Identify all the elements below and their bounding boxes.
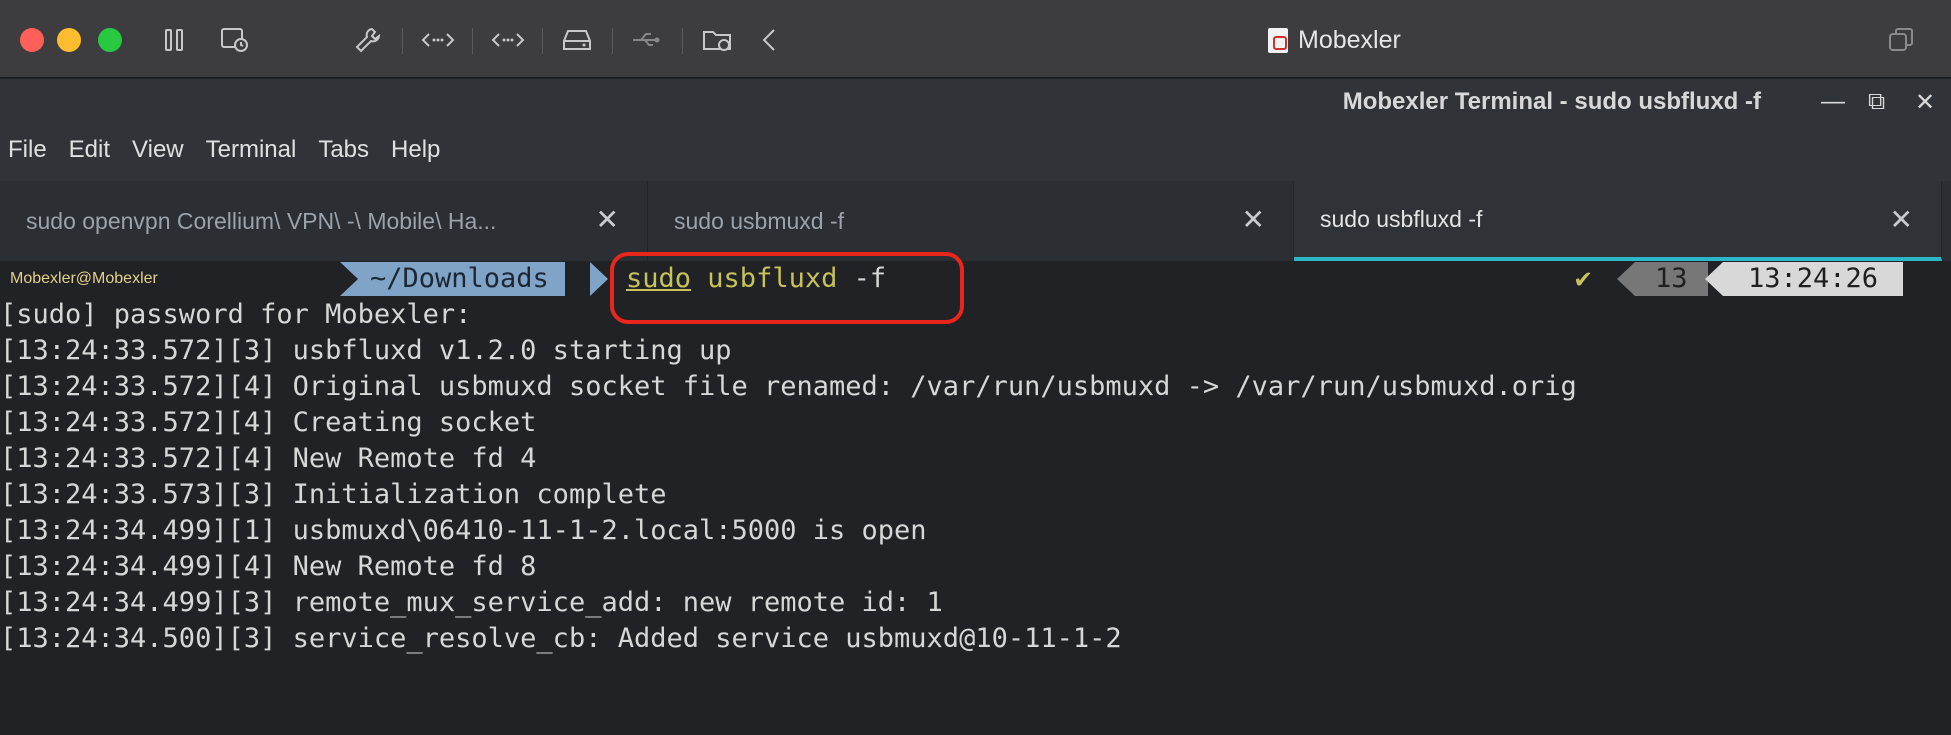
app-document-icon xyxy=(1268,27,1288,53)
output-line: [13:24:34.499][1] usbmuxd\06410-11-1-2.l… xyxy=(0,515,927,546)
tab-label: sudo usbmuxd -f xyxy=(674,207,845,234)
tab-label: sudo openvpn Corellium\ VPN\ -\ Mobile\ … xyxy=(26,207,497,234)
hard-disk-icon[interactable] xyxy=(558,22,596,58)
window-copy-icon[interactable] xyxy=(1884,22,1918,58)
toolbar-separator xyxy=(472,28,473,54)
snapshot-icon[interactable] xyxy=(218,22,252,58)
toolbar-separator xyxy=(402,28,403,54)
mac-window-title: Mobexler xyxy=(1268,22,1401,58)
menu-help[interactable]: Help xyxy=(383,132,448,168)
pause-icon[interactable] xyxy=(160,22,190,58)
menu-terminal[interactable]: Terminal xyxy=(198,132,305,168)
output-line: [13:24:33.573][3] Initialization complet… xyxy=(0,479,667,510)
menu-edit[interactable]: Edit xyxy=(61,132,118,168)
menu-view[interactable]: View xyxy=(124,132,192,168)
terminal-window-title: Mobexler Terminal - sudo usbfluxd -f xyxy=(1342,88,1761,115)
minimize-icon[interactable]: — xyxy=(1821,88,1845,116)
output-line: [13:24:33.572][4] Original usbmuxd socke… xyxy=(0,371,1577,402)
menu-file[interactable]: File xyxy=(0,132,55,168)
toolbar-separator xyxy=(682,28,683,54)
usb-icon[interactable] xyxy=(628,22,664,58)
menu-bar: File Edit View Terminal Tabs Help xyxy=(0,132,454,168)
tab-usbfluxd[interactable]: sudo usbfluxd -f ✕ xyxy=(1294,181,1942,261)
tab-bar: sudo openvpn Corellium\ VPN\ -\ Mobile\ … xyxy=(0,181,1951,261)
output-line: [13:24:33.572][4] Creating socket xyxy=(0,407,537,438)
status-arrow xyxy=(1705,262,1723,296)
prompt-path: ~/Downloads xyxy=(340,262,565,296)
output-line: [13:24:34.499][4] New Remote fd 8 xyxy=(0,551,537,582)
status-check-icon: ✔ xyxy=(1575,263,1592,294)
output-line: [13:24:33.572][3] usbfluxd v1.2.0 starti… xyxy=(0,335,732,366)
prompt-user: Mobexler@Mobexler xyxy=(10,270,158,287)
minimize-window-button[interactable] xyxy=(57,28,81,52)
output-line: [13:24:33.572][4] New Remote fd 4 xyxy=(0,443,537,474)
chevron-left-icon[interactable] xyxy=(756,22,782,58)
close-tab-icon[interactable]: ✕ xyxy=(1242,203,1265,236)
tab-label: sudo usbfluxd -f xyxy=(1320,205,1483,232)
output-line: [13:24:34.499][3] remote_mux_service_add… xyxy=(0,587,943,618)
prompt-arrow xyxy=(590,262,608,296)
mac-title-text: Mobexler xyxy=(1298,25,1401,54)
status-arrow xyxy=(1617,262,1635,296)
command-highlight-box xyxy=(610,252,964,324)
network-adapter-icon[interactable] xyxy=(488,22,528,58)
prompt-arrow xyxy=(340,262,358,296)
shared-folder-icon[interactable] xyxy=(700,22,736,58)
close-tab-icon[interactable]: ✕ xyxy=(1890,203,1913,236)
maximize-window-button[interactable] xyxy=(98,28,122,52)
menu-tabs[interactable]: Tabs xyxy=(310,132,377,168)
status-time: 13:24:26 xyxy=(1723,262,1903,296)
mac-title-bar: Mobexler xyxy=(0,0,1951,78)
close-icon[interactable]: ✕ xyxy=(1915,88,1935,117)
network-icon[interactable] xyxy=(418,22,458,58)
wrench-icon[interactable] xyxy=(350,22,386,58)
output-line: [sudo] password for Mobexler: xyxy=(0,299,472,330)
status-count: 13 xyxy=(1635,262,1708,296)
output-line: [13:24:34.500][3] service_resolve_cb: Ad… xyxy=(0,623,1122,654)
toolbar-separator xyxy=(612,28,613,54)
restore-icon[interactable]: ⧉ xyxy=(1868,88,1885,116)
tab-openvpn[interactable]: sudo openvpn Corellium\ VPN\ -\ Mobile\ … xyxy=(0,181,648,261)
tab-usbmuxd[interactable]: sudo usbmuxd -f ✕ xyxy=(648,181,1294,261)
toolbar-separator xyxy=(542,28,543,54)
close-tab-icon[interactable]: ✕ xyxy=(596,203,619,236)
close-window-button[interactable] xyxy=(20,28,44,52)
